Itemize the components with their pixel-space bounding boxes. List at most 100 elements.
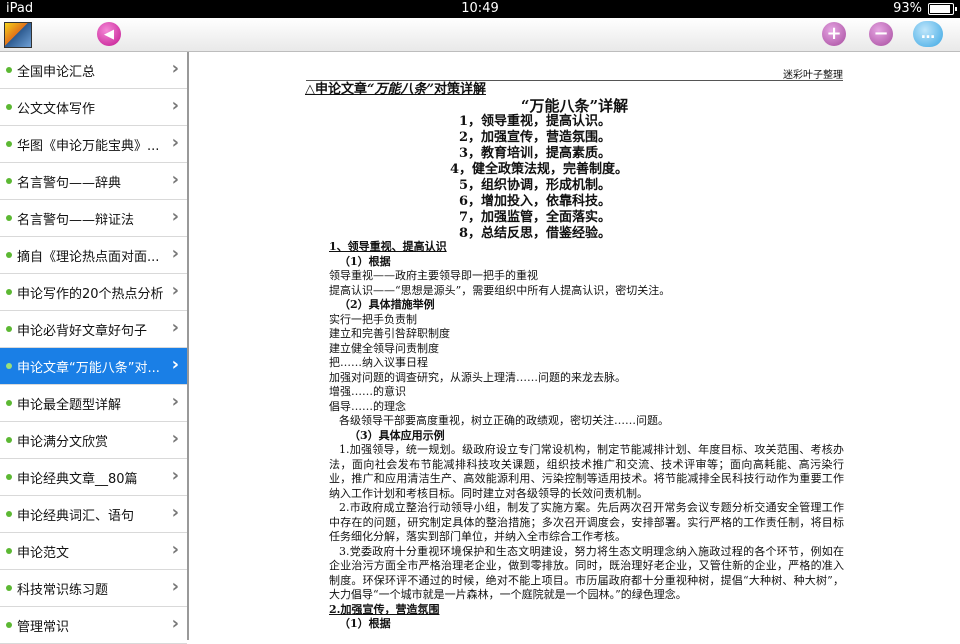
bullet-dot-icon xyxy=(6,326,12,332)
bullet-dot-icon xyxy=(6,67,12,73)
bullet-dot-icon xyxy=(6,178,12,184)
chevron-right-icon: › xyxy=(171,354,179,375)
plus-icon: + xyxy=(826,23,842,44)
sidebar-item[interactable]: 华图《申论万能宝典》... › xyxy=(0,126,187,163)
sidebar-item-label: 申论写作的20个热点分析 xyxy=(17,287,164,302)
chevron-right-icon: › xyxy=(171,95,179,116)
sidebar-item-label: 名言警句——辞典 xyxy=(17,176,122,191)
example-paragraph-3: 3.党委政府十分重视环境保护和生态文明建设，努力将生态文明理念纳入施政过程的各个… xyxy=(329,544,844,602)
point-5: 5，组织协调，形成机制。 xyxy=(459,178,612,193)
bullet-dot-icon xyxy=(6,548,12,554)
bullet-dot-icon xyxy=(6,474,12,480)
example-paragraph-1: 1.加强领导，统一规划。级政府设立专门常设机构，制定节能减排计划、年度目标、攻关… xyxy=(329,443,844,500)
document-body: 1、领导重视、提高认识 （1）根据 领导重视——政府主要领导即一把手的重视 提高… xyxy=(329,240,844,632)
sidebar-item[interactable]: 公文文体写作 › xyxy=(0,89,187,126)
chevron-right-icon: › xyxy=(171,243,179,264)
body-line: 加强对问题的调查研究，从源头上理清……问题的来龙去脉。 xyxy=(329,370,626,384)
chevron-right-icon: › xyxy=(171,206,179,227)
battery-icon xyxy=(928,2,957,15)
point-6: 6，增加投入，依靠科技。 xyxy=(459,194,612,209)
chevron-right-icon: › xyxy=(171,502,179,523)
sidebar-item-label: 华图《申论万能宝典》... xyxy=(17,139,160,154)
sidebar-item[interactable]: 申论经典词汇、语句 › xyxy=(0,496,187,533)
zoom-in-button[interactable]: + xyxy=(822,22,846,46)
document-credit: 迷彩叶子整理 xyxy=(783,70,843,81)
chevron-right-icon: › xyxy=(171,613,179,634)
section-heading-1: 1、领导重视、提高认识 xyxy=(329,240,447,253)
sidebar-item-label: 申论最全题型详解 xyxy=(17,398,122,413)
sidebar-item-label: 科技常识练习题 xyxy=(17,583,109,598)
body-line: 各级领导干部要高度重视，树立正确的政绩观，密切关注……问题。 xyxy=(339,414,669,427)
sidebar-item-label: 申论必背好文章好句子 xyxy=(17,324,148,339)
body-line: 倡导……的理念 xyxy=(329,399,406,413)
sidebar-item[interactable]: 申论写作的20个热点分析 › xyxy=(0,274,187,311)
chevron-right-icon: › xyxy=(171,428,179,449)
subheading-examples: （3）具体应用示例 xyxy=(349,428,445,442)
back-arrow-icon: ◀ xyxy=(104,26,114,42)
body-line: 提高认识——“思想是源头”，需要组织中所有人提高认识，密切关注。 xyxy=(329,283,671,297)
document-view[interactable]: 迷彩叶子整理 △申论文章“万能八条”对策详解 “万能八条”详解 1，领导重视，提… xyxy=(189,52,960,640)
chevron-right-icon: › xyxy=(171,317,179,338)
section-heading-2: 2.加强宣传，营造氛围 xyxy=(329,602,440,616)
bullet-dot-icon xyxy=(6,400,12,406)
zoom-out-button[interactable]: − xyxy=(869,22,893,46)
sidebar-item[interactable]: 管理常识 › xyxy=(0,607,187,644)
point-4: 4，健全政策法规，完善制度。 xyxy=(450,162,629,177)
sidebar-item[interactable]: 名言警句——辞典 › xyxy=(0,163,187,200)
sidebar-item-label: 全国申论汇总 xyxy=(17,65,96,80)
sidebar-item-label: 申论文章“万能八条”对... xyxy=(17,361,160,376)
bullet-dot-icon xyxy=(6,585,12,591)
minus-icon: − xyxy=(873,23,889,44)
comment-button[interactable]: … xyxy=(913,21,943,47)
sidebar-item[interactable]: 申论必背好文章好句子 › xyxy=(0,311,187,348)
body-line: 建立和完善引咎辞职制度 xyxy=(329,327,450,340)
sidebar-item[interactable]: 全国申论汇总 › xyxy=(0,52,187,89)
subheading-basis-2: （1）根据 xyxy=(339,617,391,630)
chevron-right-icon: › xyxy=(171,465,179,486)
battery-percent: 93% xyxy=(893,1,922,16)
sidebar-item-label: 名言警句——辩证法 xyxy=(17,213,135,228)
bullet-dot-icon xyxy=(6,437,12,443)
bullet-dot-icon xyxy=(6,363,12,369)
sidebar-item[interactable]: 申论文章“万能八条”对... › xyxy=(0,348,187,385)
sidebar-item[interactable]: 科技常识练习题 › xyxy=(0,570,187,607)
back-button[interactable]: ◀ xyxy=(97,22,121,46)
chevron-right-icon: › xyxy=(171,391,179,412)
sidebar-item-label: 申论经典文章__80篇 xyxy=(17,472,138,487)
point-7: 7，加强监管，全面落实。 xyxy=(459,210,612,225)
chevron-right-icon: › xyxy=(171,169,179,190)
bullet-dot-icon xyxy=(6,104,12,110)
status-time: 10:49 xyxy=(461,1,499,16)
sidebar: 全国申论汇总 › 公文文体写作 › 华图《申论万能宝典》... › 名言警句——辞典 › 名言警… xyxy=(0,52,189,644)
body-line: 领导重视——政府主要领导即一把手的重视 xyxy=(329,269,538,282)
sidebar-item-label: 申论满分文欣赏 xyxy=(17,435,109,450)
sidebar-item-label: 公文文体写作 xyxy=(17,102,96,117)
chat-bubble-icon: … xyxy=(921,26,935,42)
body-line: 实行一把手负责制 xyxy=(329,312,417,326)
app-logo-icon[interactable] xyxy=(4,22,32,48)
subheading-measures: （2）具体措施举例 xyxy=(339,298,435,311)
bullet-dot-icon xyxy=(6,215,12,221)
chevron-right-icon: › xyxy=(171,58,179,79)
bullet-dot-icon xyxy=(6,141,12,147)
eight-points-list: 1，领导重视，提高认识。 2，加强宣传，营造氛围。 3，教育培训，提高素质。 4… xyxy=(450,114,628,242)
chevron-right-icon: › xyxy=(171,280,179,301)
chevron-right-icon: › xyxy=(171,539,179,560)
sidebar-item[interactable]: 申论范文 › xyxy=(0,533,187,570)
bullet-dot-icon xyxy=(6,511,12,517)
sidebar-item[interactable]: 名言警句——辩证法 › xyxy=(0,200,187,237)
sidebar-item[interactable]: 摘自《理论热点面对面... › xyxy=(0,237,187,274)
body-line: 增强……的意识 xyxy=(329,385,406,398)
body-line: 把……纳入议事日程 xyxy=(329,356,428,369)
sidebar-item-label: 摘自《理论热点面对面... xyxy=(17,250,160,265)
sidebar-item[interactable]: 申论经典文章__80篇 › xyxy=(0,459,187,496)
toolbar: ◀ + − … xyxy=(0,18,960,52)
point-3: 3，教育培训，提高素质。 xyxy=(459,146,612,161)
document-heading: “万能八条”详解 xyxy=(520,97,629,115)
sidebar-item[interactable]: 申论最全题型详解 › xyxy=(0,385,187,422)
status-bar: iPad 10:49 93% xyxy=(0,0,960,18)
chevron-right-icon: › xyxy=(171,132,179,153)
example-paragraph-2: 2.市政府成立整治行动领导小组，制发了实施方案。先后两次召开常务会议专题分析交通… xyxy=(329,501,844,543)
sidebar-item[interactable]: 申论满分文欣赏 › xyxy=(0,422,187,459)
bullet-dot-icon xyxy=(6,252,12,258)
